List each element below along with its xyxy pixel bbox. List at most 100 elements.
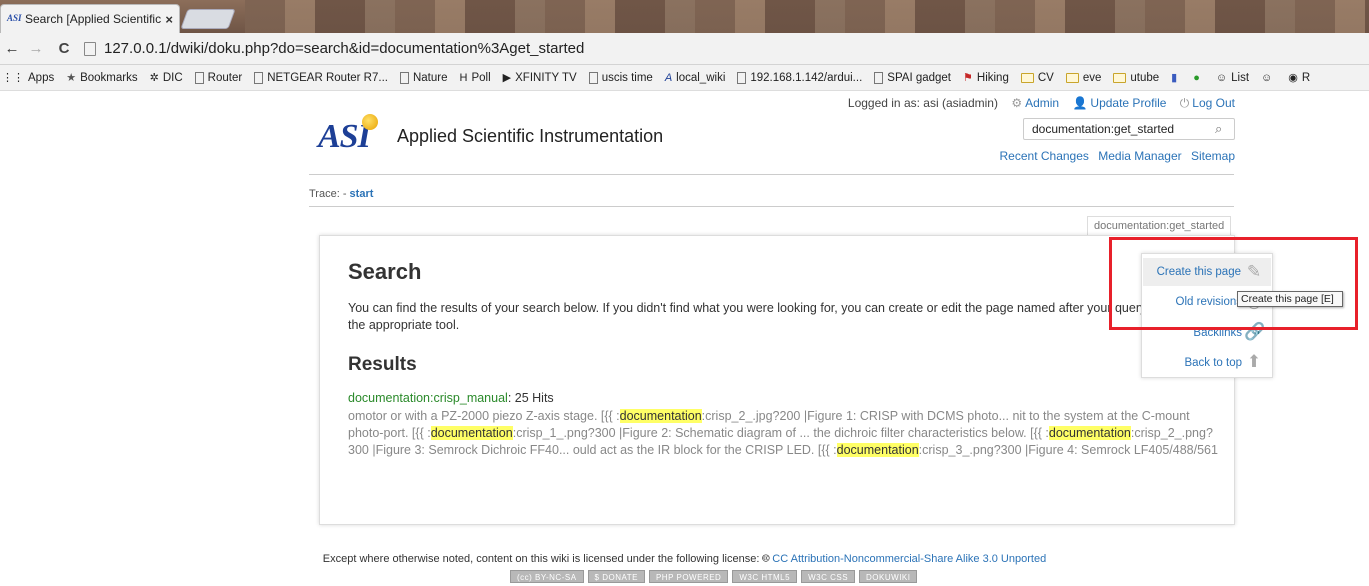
back-arrow-icon[interactable]: ← xyxy=(2,40,22,57)
browser-tab-bar: ASI Search [Applied Scientific I × xyxy=(0,0,1369,33)
recent-changes-link[interactable]: Recent Changes xyxy=(1000,149,1089,163)
footer-badge[interactable]: DOKUWIKI xyxy=(859,570,918,583)
search-term-highlight: documentation xyxy=(836,443,919,457)
pin-icon: ⚑ xyxy=(963,72,973,84)
license-text: Except where otherwise noted, content on… xyxy=(322,553,760,565)
bookmark-label: Bookmarks xyxy=(80,71,138,84)
sparkle-icon: ✲ xyxy=(149,72,159,84)
bookmark-label: Nature xyxy=(412,71,448,84)
media-manager-link[interactable]: Media Manager xyxy=(1098,149,1181,163)
bookmark-label: local_wiki xyxy=(676,71,726,84)
footer-badge[interactable]: W3C HTML5 xyxy=(732,570,798,583)
bookmark-item[interactable]: ✲ DIC xyxy=(149,71,183,85)
bookmark-item[interactable]: Router xyxy=(194,71,243,84)
snippet-text: :crisp_3_.png?300 |Figure 4: Semrock LF4… xyxy=(918,443,1218,457)
green-icon: ● xyxy=(1193,71,1200,84)
forward-arrow-icon[interactable]: → xyxy=(26,40,46,57)
bookmark-item[interactable]: H Poll xyxy=(460,72,491,84)
bookmark-item[interactable]: eve xyxy=(1065,71,1102,84)
arrow-up-icon[interactable]: ⬆ xyxy=(1244,352,1264,372)
footer-badge[interactable]: PHP POWERED xyxy=(648,570,729,583)
tab-title: Search [Applied Scientific I xyxy=(25,12,162,26)
sitemap-link[interactable]: Sitemap xyxy=(1191,149,1235,163)
bookmark-label: Hiking xyxy=(976,71,1009,84)
bookmark-item[interactable]: 192.168.1.142/ardui... xyxy=(737,71,863,84)
bookmark-item[interactable]: Nature xyxy=(399,71,448,84)
bookmark-item[interactable]: ◉ R xyxy=(1288,71,1311,85)
annotation-highlight-box xyxy=(1109,237,1358,330)
chrome-icon: ◉ xyxy=(1288,72,1298,84)
footer-badge[interactable]: W3C CSS xyxy=(801,570,856,583)
page-title: Search xyxy=(348,259,422,284)
bookmark-label: NETGEAR Router R7... xyxy=(267,71,388,84)
breadcrumb: Trace: - start xyxy=(309,188,373,200)
header-divider xyxy=(309,174,1234,175)
search-input[interactable] xyxy=(1023,118,1235,140)
snippet-text: :crisp_1_.png?300 |Figure 2: Schematic d… xyxy=(512,426,1049,440)
footer-badge[interactable]: (cc) BY-NC-SA xyxy=(510,570,584,583)
back-to-top-button[interactable]: Back to top xyxy=(1184,357,1242,369)
snippet-text: omotor or with a PZ-2000 piezo Z-axis st… xyxy=(348,409,620,423)
admin-link[interactable]: Admin xyxy=(1025,96,1059,110)
bookmark-label: utube xyxy=(1130,71,1160,84)
bookmark-item[interactable]: ● xyxy=(1193,72,1204,84)
results-heading: Results xyxy=(348,354,417,375)
update-profile-link[interactable]: Update Profile xyxy=(1090,96,1166,110)
search-hit-link[interactable]: documentation:crisp_manual xyxy=(348,391,508,405)
bookmark-item[interactable]: uscis time xyxy=(588,71,653,84)
logo-sun-icon xyxy=(362,114,378,130)
page-info-icon[interactable] xyxy=(84,41,96,56)
search-term-highlight: documentation xyxy=(619,409,702,423)
list-icon: ☺ xyxy=(1261,71,1273,84)
search-icon[interactable]: ⌕ xyxy=(1215,121,1222,137)
poll-icon: H xyxy=(459,71,468,84)
bookmark-label: eve xyxy=(1082,71,1102,84)
license-link[interactable]: CC Attribution-Noncommercial-Share Alike… xyxy=(772,553,1046,565)
page-id-label: documentation:get_started xyxy=(1087,216,1232,236)
bookmark-item[interactable]: ▶ XFINITY TV xyxy=(502,71,577,85)
bookmark-label: uscis time xyxy=(601,71,653,84)
bookmark-item[interactable]: ☺ List xyxy=(1216,72,1249,84)
address-bar[interactable]: 127.0.0.1/dwiki/doku.php?do=search&id=do… xyxy=(104,40,584,57)
page-icon xyxy=(737,71,747,84)
bookmark-label: List xyxy=(1231,71,1250,84)
chart-icon: ▮ xyxy=(1171,72,1178,84)
page-icon xyxy=(254,71,264,84)
bookmark-item[interactable]: ⚑ Hiking xyxy=(963,71,1009,85)
logged-in-label: Logged in as: asi (asiadmin) xyxy=(847,96,998,110)
bookmark-item[interactable]: CV xyxy=(1020,72,1054,84)
folder-icon xyxy=(1065,72,1079,83)
reload-icon[interactable]: C xyxy=(54,40,74,57)
footer-badges: (cc) BY-NC-SA $ DONATE PHP POWERED W3C HTML… xyxy=(510,570,918,583)
search-term-highlight: documentation xyxy=(1048,426,1131,440)
bookmark-item[interactable]: SPAI gadget xyxy=(874,71,951,84)
user-icon: 👤 xyxy=(1072,96,1088,110)
power-icon: ⏻ xyxy=(1179,96,1190,110)
page-icon xyxy=(194,71,204,84)
bookmark-item[interactable]: ★ Bookmarks xyxy=(66,71,138,85)
site-name[interactable]: Applied Scientific Instrumentation xyxy=(397,126,663,147)
bookmark-item[interactable]: NETGEAR Router R7... xyxy=(254,71,388,84)
new-tab-button[interactable] xyxy=(180,9,236,29)
bookmark-label: Router xyxy=(207,71,243,84)
bookmark-item[interactable]: utube xyxy=(1113,72,1159,84)
apps-icon: ⋮⋮ xyxy=(2,72,24,84)
asi-icon: A xyxy=(664,71,673,84)
bookmark-label: R xyxy=(1301,71,1311,84)
window-background-image xyxy=(245,0,1369,33)
bookmark-label: 192.168.1.142/ardui... xyxy=(750,71,863,84)
bookmark-item[interactable]: ⋮⋮ Apps xyxy=(2,71,54,85)
browser-tab[interactable]: ASI Search [Applied Scientific I × xyxy=(0,4,180,33)
search-hit-count: : 25 Hits xyxy=(507,391,554,405)
bookmark-item[interactable]: ▮ xyxy=(1171,71,1181,84)
close-tab-icon[interactable]: × xyxy=(165,12,173,27)
folder-icon xyxy=(1020,72,1034,83)
bookmark-item[interactable]: Alocal_wiki xyxy=(665,72,726,84)
logout-link[interactable]: Log Out xyxy=(1192,96,1235,110)
trace-start-link[interactable]: start xyxy=(350,188,374,200)
browser-toolbar: ← → C 127.0.0.1/dwiki/doku.php?do=search… xyxy=(0,33,1369,65)
bookmark-item[interactable]: ☺ xyxy=(1261,72,1276,84)
star-icon: ★ xyxy=(66,72,77,84)
footer-badge[interactable]: $ DONATE xyxy=(587,570,645,583)
tv-icon: ▶ xyxy=(502,72,512,84)
